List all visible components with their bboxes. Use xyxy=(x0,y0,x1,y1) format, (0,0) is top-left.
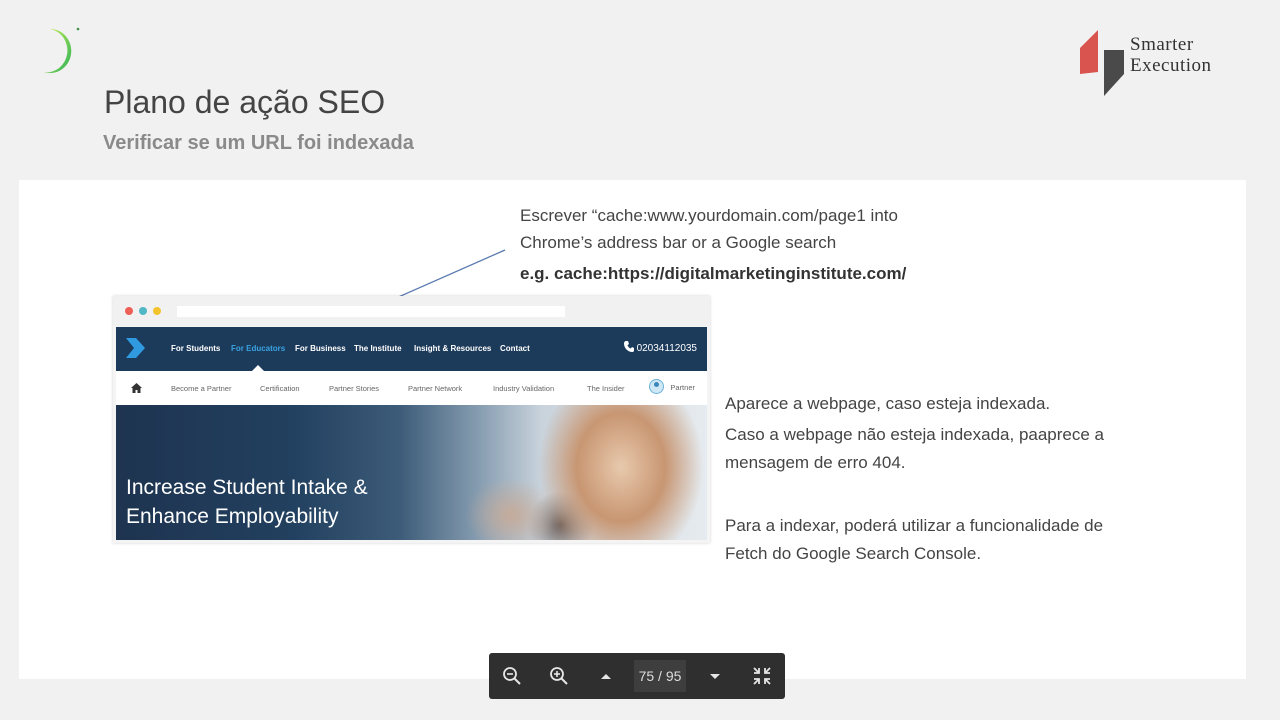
smarter-execution-logo: Smarter Execution xyxy=(1078,28,1248,98)
subnav-become-partner: Become a Partner xyxy=(171,384,232,393)
hero-line-1: Increase Student Intake & xyxy=(126,476,368,499)
previous-page-button[interactable] xyxy=(586,653,626,699)
site-main-nav: For Students For Educators For Business … xyxy=(116,327,707,371)
nav-for-business: For Business xyxy=(295,344,346,353)
subnav-certification: Certification xyxy=(260,384,300,393)
zoom-out-button[interactable] xyxy=(492,653,532,699)
zoom-out-icon xyxy=(503,667,521,685)
phone-number-text: 02034112035 xyxy=(636,343,697,354)
browser-chrome-bar xyxy=(113,296,710,326)
partner-avatar-icon xyxy=(649,379,665,394)
instruction-example: e.g. cache:https://digitalmarketinginsti… xyxy=(520,264,907,283)
smarter-execution-mark-icon xyxy=(1080,30,1124,96)
subnav-the-insider: The Insider xyxy=(587,384,625,393)
exit-fullscreen-icon xyxy=(753,667,771,685)
hero-banner: Increase Student Intake & Enhance Employ… xyxy=(116,405,707,540)
subnav-partner: Partner xyxy=(649,379,695,394)
nav-for-educators: For Educators xyxy=(231,344,286,353)
instruction-text: Escrever “cache:www.yourdomain.com/page1… xyxy=(520,202,990,287)
caret-down-icon xyxy=(710,674,720,679)
home-icon xyxy=(131,383,142,393)
hero-headline: Increase Student Intake & Enhance Employ… xyxy=(126,473,368,531)
dmi-chevron-logo-icon xyxy=(126,338,145,358)
website-screenshot: For Students For Educators For Business … xyxy=(113,296,710,543)
brand-name-line1: Smarter xyxy=(1130,34,1194,55)
next-page-button[interactable] xyxy=(695,653,735,699)
nav-for-students: For Students xyxy=(171,344,221,353)
zoom-in-button[interactable] xyxy=(539,653,579,699)
subnav-industry-validation: Industry Validation xyxy=(493,384,555,393)
phone-icon xyxy=(623,341,634,352)
window-maximize-dot-icon xyxy=(153,307,161,315)
nav-insight-resources: Insight & Resources xyxy=(414,344,492,353)
caret-up-icon xyxy=(601,674,611,679)
site-sub-nav: Become a Partner Certification Partner S… xyxy=(116,371,707,406)
zoom-in-icon xyxy=(550,667,568,685)
exit-fullscreen-button[interactable] xyxy=(742,653,782,699)
nav-the-institute: The Institute xyxy=(354,344,402,353)
subnav-partner-network: Partner Network xyxy=(408,384,463,393)
window-minimize-dot-icon xyxy=(139,307,147,315)
nav-contact: Contact xyxy=(500,344,530,353)
browser-address-bar xyxy=(177,306,565,317)
slide-title: Plano de ação SEO xyxy=(104,84,386,120)
crescent-logo-icon xyxy=(44,27,80,73)
partner-label: Partner xyxy=(670,383,695,392)
instruction-line-1: Escrever “cache:www.yourdomain.com/page1… xyxy=(520,206,898,225)
subnav-partner-stories: Partner Stories xyxy=(329,384,380,393)
instruction-line-2: Chrome’s address bar or a Google search xyxy=(520,233,837,252)
note-fetch-console: Para a indexar, poderá utilizar a funcio… xyxy=(725,516,1104,563)
note-not-indexed: Caso a webpage não esteja indexada, paap… xyxy=(725,425,1105,472)
brand-name-line2: Execution xyxy=(1130,55,1212,76)
window-close-dot-icon xyxy=(125,307,133,315)
phone-number: 02034112035 xyxy=(623,341,697,354)
page-indicator[interactable]: 75 / 95 xyxy=(634,660,686,692)
note-indexed: Aparece a webpage, caso esteja indexada. xyxy=(725,394,1051,413)
hero-line-2: Enhance Employability xyxy=(126,505,339,528)
presentation-viewer-toolbar: 75 / 95 xyxy=(489,653,785,699)
slide-subtitle: Verificar se um URL foi indexada xyxy=(103,132,414,154)
